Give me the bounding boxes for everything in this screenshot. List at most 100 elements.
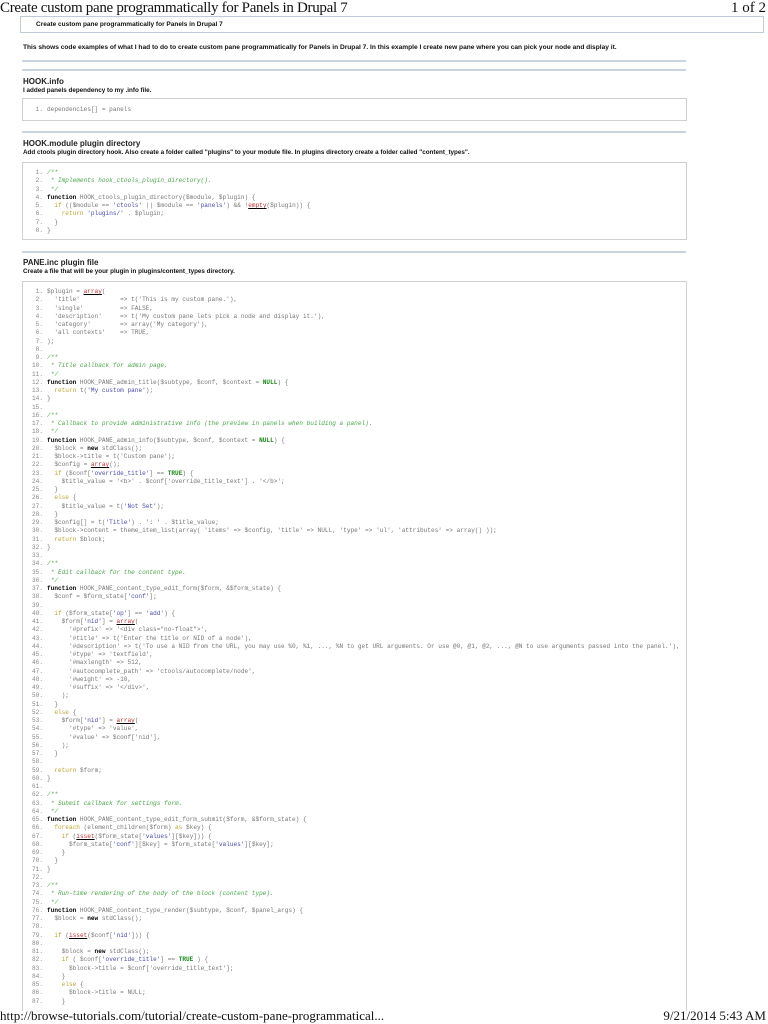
code-text: } — [47, 218, 58, 226]
divider — [22, 131, 686, 133]
code-line: 75. */ — [29, 899, 686, 907]
code-text: /** — [47, 882, 58, 889]
line-number: 2. — [35, 177, 43, 185]
line-number: 76. — [32, 906, 43, 914]
line-number: 60. — [32, 774, 43, 782]
line-number: 14. — [32, 395, 43, 403]
code-line: 76. function HOOK_PANE_content_type_rende… — [29, 907, 686, 915]
divider — [22, 251, 686, 253]
divider — [22, 69, 686, 71]
line-number: 8. — [35, 345, 43, 353]
code-line: 24. $title_value = '<b>' . $conf['overri… — [29, 478, 686, 486]
code-line: 66. foreach (element_children($form) as … — [29, 824, 686, 832]
line-number: 17. — [32, 420, 43, 427]
code-text: $block->title = NULL; — [47, 989, 146, 997]
code-text: } — [47, 865, 51, 873]
code-text: } — [47, 774, 51, 782]
line-number: 8. — [35, 226, 43, 234]
code-line: 35. * Edit callback for the content type… — [29, 569, 686, 577]
code-line: 41. $form['nid'] = array( — [29, 618, 686, 626]
line-number: 50. — [32, 692, 43, 700]
line-number: 82. — [32, 956, 43, 964]
code-line: 26. else { — [29, 494, 686, 502]
line-number: 3. — [35, 304, 43, 312]
code-line: 64. */ — [29, 808, 686, 816]
code-text: $conf = $form_state['conf']; — [47, 593, 157, 601]
code-text: '#prefix' => '<div class="no-float">', — [47, 626, 208, 634]
code-line: 29. $config[] = t('Title') . ': ' . $tit… — [29, 519, 686, 527]
line-number: 18. — [32, 428, 43, 436]
code-line: 80. — [29, 940, 686, 948]
code-line: 60.} — [29, 775, 686, 783]
code-text: '#type' => 'textfield', — [47, 651, 154, 658]
line-number: 19. — [32, 436, 43, 444]
code-line: 13. return t('My custom pane'); — [29, 387, 686, 395]
code-text: */ — [47, 576, 58, 584]
code-line: 86. $block->title = NULL; — [29, 989, 686, 997]
code-line: 8. — [29, 346, 686, 354]
divider — [22, 60, 686, 62]
article-title: Create custom pane programmatically for … — [36, 21, 223, 28]
code-text: function HOOK_PANE_content_type_edit_for… — [47, 816, 307, 823]
code-text: * Implements hook_ctools_plugin_director… — [47, 177, 212, 185]
code-line: 82. if ( $conf['override_title'] == TRUE… — [29, 956, 686, 964]
code-text: } — [47, 700, 58, 708]
code-text: '#autocomplete_path' => 'ctools/autocomp… — [47, 667, 256, 675]
line-number: 15. — [32, 403, 43, 411]
code-text: $config[] = t('Title') . ': ' . $title_v… — [47, 519, 219, 526]
code-line: 50. ); — [29, 692, 686, 700]
code-line: 45. '#type' => 'textfield', — [29, 651, 686, 659]
code-line: 55. '#value' => $conf['nid'], — [29, 734, 686, 742]
code-line: 3. 'single' => FALSE, — [29, 305, 686, 313]
line-number: 53. — [32, 717, 43, 724]
section-heading: HOOK.module plugin directory — [23, 139, 141, 148]
line-number: 83. — [32, 964, 43, 972]
line-number: 43. — [32, 634, 43, 642]
line-number: 5. — [35, 202, 43, 209]
code-text: '#weight' => -10, — [47, 675, 132, 683]
line-number: 38. — [32, 593, 43, 601]
code-line: 11. */ — [29, 371, 686, 379]
code-line: 5. if (($module == 'ctools' || $module =… — [29, 202, 686, 210]
code-line: 12. function HOOK_PANE_admin_title($subty… — [29, 379, 686, 387]
line-number: 64. — [32, 807, 43, 815]
line-number: 39. — [32, 601, 43, 609]
line-number: 54. — [32, 725, 43, 733]
code-line: 2. 'title' => t('This is my custom pane.… — [29, 296, 686, 304]
line-number: 1. — [35, 106, 43, 113]
section-heading: PANE.inc plugin file — [23, 258, 99, 267]
code-text: } — [47, 972, 66, 980]
code-text: return t('My custom pane'); — [54, 387, 154, 394]
section-description: I added panels dependency to my .info fi… — [23, 87, 152, 94]
line-number: 62. — [32, 791, 43, 799]
code-text: } — [47, 395, 51, 403]
code-text: $form['nid'] = array( — [47, 618, 139, 625]
code-text: '#type' => 'value', — [47, 725, 139, 733]
code-line: 6. 'all contexts' => TRUE, — [29, 329, 686, 337]
line-number: 69. — [32, 849, 43, 856]
code-line: 32.} — [29, 544, 686, 552]
line-number: 56. — [32, 741, 43, 749]
code-text: } — [47, 857, 58, 865]
code-line: 42. '#prefix' => '<div class="no-float">… — [29, 626, 686, 634]
code-text: $block = new stdClass(); — [47, 915, 143, 922]
code-text: function HOOK_PANE_admin_title($subtype,… — [47, 378, 289, 386]
line-number: 80. — [32, 939, 43, 947]
code-text: '#value' => $conf['nid'], — [47, 733, 161, 741]
code-text: $form['nid'] = array( — [47, 717, 139, 724]
code-text: } — [47, 486, 58, 493]
line-number: 68. — [32, 840, 43, 848]
line-number: 71. — [32, 865, 43, 873]
code-line: 57. } — [29, 750, 686, 758]
source-url[interactable]: http://browse-tutorials.com/tutorial/cre… — [0, 1008, 384, 1024]
article-intro: This shows code examples of what I had t… — [23, 44, 617, 51]
code-line: 31. return $block; — [29, 536, 686, 544]
code-line: 46. '#maxlength' => 512, — [29, 659, 686, 667]
code-text: } — [47, 849, 66, 856]
section-description: Add ctools plugin directory hook. Also c… — [23, 149, 470, 156]
code-block: 1. $plugin = array(2. 'title' => t('This … — [22, 281, 687, 1011]
code-text: '#description' => t('To use a NID from t… — [47, 642, 680, 650]
line-number: 24. — [32, 477, 43, 485]
line-number: 49. — [32, 684, 43, 691]
code-text: return $block; — [54, 535, 106, 543]
